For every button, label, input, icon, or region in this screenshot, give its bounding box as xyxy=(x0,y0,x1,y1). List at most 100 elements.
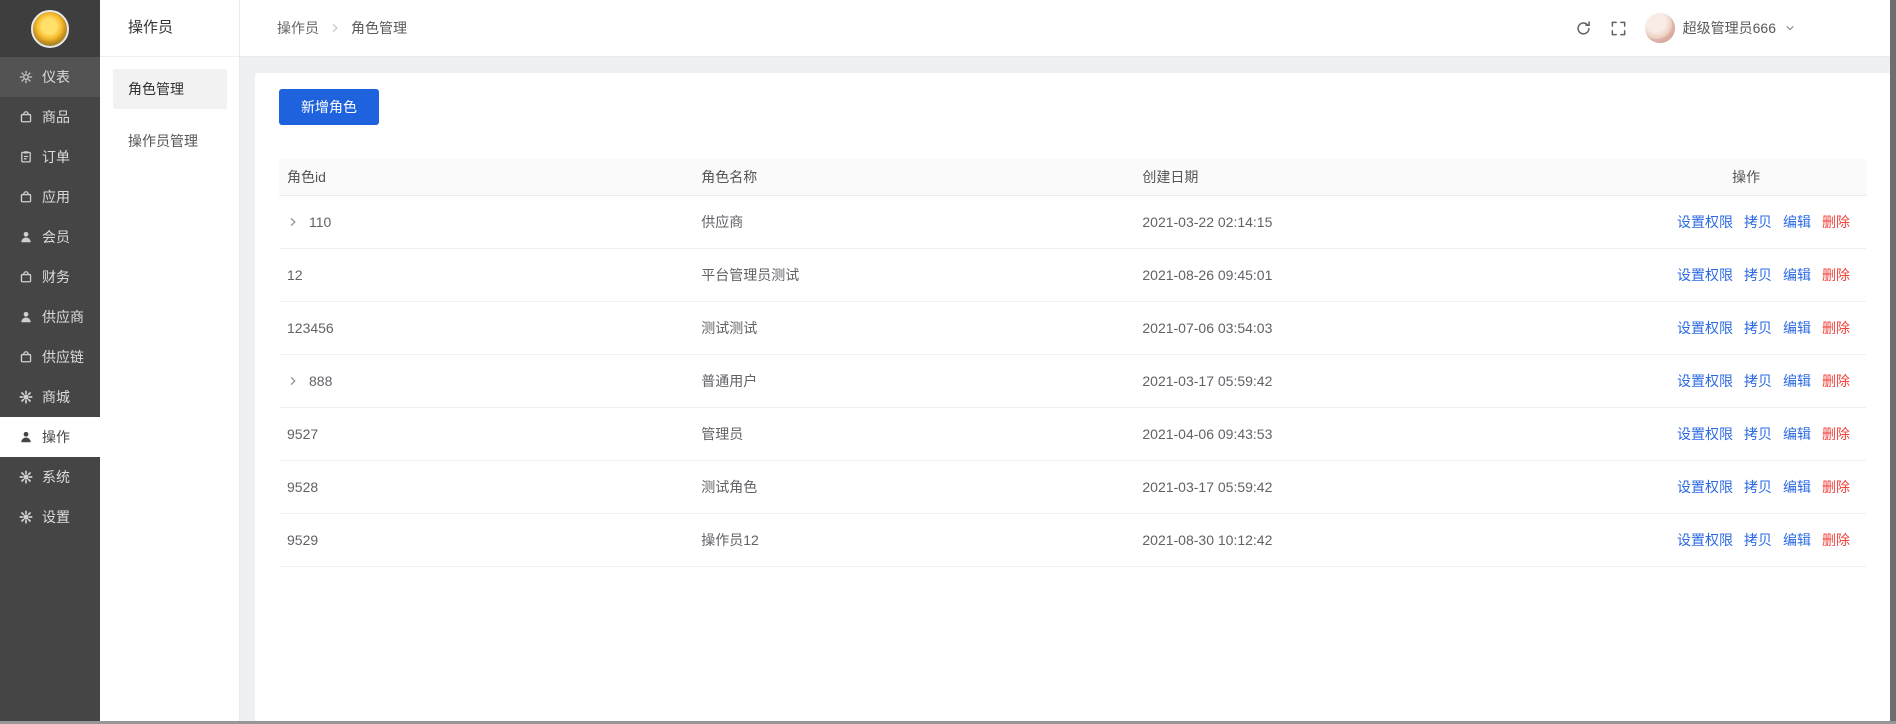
submenu: 角色管理 操作员管理 xyxy=(100,69,239,161)
sidebar-item-finance[interactable]: 财务 xyxy=(0,257,100,297)
sidebar-item-supplier[interactable]: 供应商 xyxy=(0,297,100,337)
expand-row-icon[interactable] xyxy=(287,216,299,228)
sidebar-item-label: 应用 xyxy=(42,189,70,205)
cell-role-name: 管理员 xyxy=(693,407,1135,461)
roles-table: 角色id 角色名称 创建日期 操作 110 供应商 2021-03-22 02:14:15… xyxy=(279,159,1866,567)
cell-created-date: 2021-03-22 02:14:15 xyxy=(1134,195,1627,249)
chevron-down-icon xyxy=(1784,22,1796,34)
action-delete[interactable]: 删除 xyxy=(1822,267,1850,283)
action-set-permissions[interactable]: 设置权限 xyxy=(1677,479,1733,495)
cell-role-id: 123456 xyxy=(279,301,694,355)
table-row: 110 供应商 2021-03-22 02:14:15 设置权限 拷贝 编辑 删除 xyxy=(279,195,1866,249)
action-set-permissions[interactable]: 设置权限 xyxy=(1677,532,1733,548)
logo-block[interactable] xyxy=(0,0,100,57)
sidebar-item-operations[interactable]: 操作 xyxy=(0,417,100,457)
content-area: 新增角色 角色id 角色名称 创建日期 操作 110 供应商 2021-03-22 02:… xyxy=(240,57,1896,724)
bag-icon xyxy=(19,270,33,284)
expand-row-icon[interactable] xyxy=(287,375,299,387)
action-edit[interactable]: 编辑 xyxy=(1783,426,1811,442)
sidebar-item-goods[interactable]: 商品 xyxy=(0,97,100,137)
cell-actions: 设置权限 拷贝 编辑 删除 xyxy=(1626,513,1866,567)
action-copy[interactable]: 拷贝 xyxy=(1744,267,1772,283)
action-delete[interactable]: 删除 xyxy=(1822,479,1850,495)
add-role-button[interactable]: 新增角色 xyxy=(279,89,379,125)
action-set-permissions[interactable]: 设置权限 xyxy=(1677,267,1733,283)
vertical-scrollbar[interactable] xyxy=(1890,0,1896,724)
cell-role-name: 测试角色 xyxy=(693,460,1135,514)
breadcrumb-item-current: 角色管理 xyxy=(351,20,407,36)
sidebar-item-apps[interactable]: 应用 xyxy=(0,177,100,217)
cell-role-id: 888 xyxy=(279,354,694,408)
action-set-permissions[interactable]: 设置权限 xyxy=(1677,320,1733,336)
refresh-icon[interactable] xyxy=(1575,20,1592,37)
sidebar-item-settings[interactable]: 设置 xyxy=(0,497,100,537)
action-edit[interactable]: 编辑 xyxy=(1783,267,1811,283)
action-copy[interactable]: 拷贝 xyxy=(1744,479,1772,495)
user-menu[interactable]: 超级管理员666 xyxy=(1644,13,1796,43)
user-avatar xyxy=(1644,13,1675,43)
cell-role-id: 12 xyxy=(279,248,694,302)
cell-actions: 设置权限 拷贝 编辑 删除 xyxy=(1626,195,1866,249)
action-delete[interactable]: 删除 xyxy=(1822,373,1850,389)
sidebar-item-orders[interactable]: 订单 xyxy=(0,137,100,177)
action-copy[interactable]: 拷贝 xyxy=(1744,320,1772,336)
action-delete[interactable]: 删除 xyxy=(1822,320,1850,336)
table-row: 9529 操作员12 2021-08-30 10:12:42 设置权限 拷贝 编辑 删除 xyxy=(279,513,1866,567)
gear-solid-icon xyxy=(19,470,33,484)
action-set-permissions[interactable]: 设置权限 xyxy=(1677,426,1733,442)
action-edit[interactable]: 编辑 xyxy=(1783,532,1811,548)
gear-icon xyxy=(19,70,33,84)
action-edit[interactable]: 编辑 xyxy=(1783,373,1811,389)
sidebar-item-members[interactable]: 会员 xyxy=(0,217,100,257)
role-id-value: 12 xyxy=(287,266,303,283)
sidebar-item-label: 系统 xyxy=(42,469,70,485)
breadcrumb-item-operator[interactable]: 操作员 xyxy=(277,18,319,38)
sidebar-item-label: 商城 xyxy=(42,389,70,405)
role-id-value: 110 xyxy=(309,213,332,230)
cell-role-id: 110 xyxy=(279,195,694,249)
sidebar-item-label: 商品 xyxy=(42,109,70,125)
gear-solid-icon xyxy=(19,390,33,404)
role-id-value: 888 xyxy=(309,372,333,389)
person-icon xyxy=(19,230,33,244)
sidebar-item-label: 仪表 xyxy=(42,69,70,85)
bag-icon xyxy=(19,350,33,364)
submenu-item-role-management[interactable]: 角色管理 xyxy=(113,69,227,109)
action-set-permissions[interactable]: 设置权限 xyxy=(1677,373,1733,389)
fullscreen-icon[interactable] xyxy=(1610,20,1627,37)
cell-actions: 设置权限 拷贝 编辑 删除 xyxy=(1626,407,1866,461)
sidebar-item-dashboard[interactable]: 仪表 xyxy=(0,57,100,97)
topbar-right: 超级管理员666 xyxy=(1575,13,1796,43)
table-header: 角色id 角色名称 创建日期 操作 xyxy=(279,159,1866,196)
action-edit[interactable]: 编辑 xyxy=(1783,479,1811,495)
action-delete[interactable]: 删除 xyxy=(1822,214,1850,230)
cell-actions: 设置权限 拷贝 编辑 删除 xyxy=(1626,354,1866,408)
action-edit[interactable]: 编辑 xyxy=(1783,214,1811,230)
role-id-value: 9528 xyxy=(287,478,319,495)
sidebar-item-label: 供应链 xyxy=(42,349,84,365)
action-copy[interactable]: 拷贝 xyxy=(1744,426,1772,442)
action-edit[interactable]: 编辑 xyxy=(1783,320,1811,336)
action-set-permissions[interactable]: 设置权限 xyxy=(1677,214,1733,230)
submenu-item-operator-management[interactable]: 操作员管理 xyxy=(113,121,227,161)
table-row: 12 平台管理员测试 2021-08-26 09:45:01 设置权限 拷贝 编辑 删除 xyxy=(279,248,1866,302)
action-delete[interactable]: 删除 xyxy=(1822,532,1850,548)
secondary-sidebar: 操作员 角色管理 操作员管理 xyxy=(100,0,240,724)
sidebar-item-supply-chain[interactable]: 供应链 xyxy=(0,337,100,377)
sidebar-item-system[interactable]: 系统 xyxy=(0,457,100,497)
sidebar-item-mall[interactable]: 商城 xyxy=(0,377,100,417)
content-card: 新增角色 角色id 角色名称 创建日期 操作 110 供应商 2021-03-22 02:… xyxy=(255,73,1890,724)
cell-actions: 设置权限 拷贝 编辑 删除 xyxy=(1626,248,1866,302)
action-copy[interactable]: 拷贝 xyxy=(1744,373,1772,389)
topbar: 操作员 角色管理 超级管理员666 xyxy=(240,0,1896,57)
table-row: 888 普通用户 2021-03-17 05:59:42 设置权限 拷贝 编辑 删除 xyxy=(279,354,1866,408)
cell-created-date: 2021-04-06 09:43:53 xyxy=(1134,407,1627,461)
action-copy[interactable]: 拷贝 xyxy=(1744,532,1772,548)
sidebar-item-label: 会员 xyxy=(42,229,70,245)
sidebar-item-label: 财务 xyxy=(42,269,70,285)
action-delete[interactable]: 删除 xyxy=(1822,426,1850,442)
action-copy[interactable]: 拷贝 xyxy=(1744,214,1772,230)
cell-created-date: 2021-07-06 03:54:03 xyxy=(1134,301,1627,355)
person-icon xyxy=(19,430,33,444)
primary-menu: 仪表商品订单应用会员财务供应商供应链商城操作系统设置 xyxy=(0,57,100,537)
